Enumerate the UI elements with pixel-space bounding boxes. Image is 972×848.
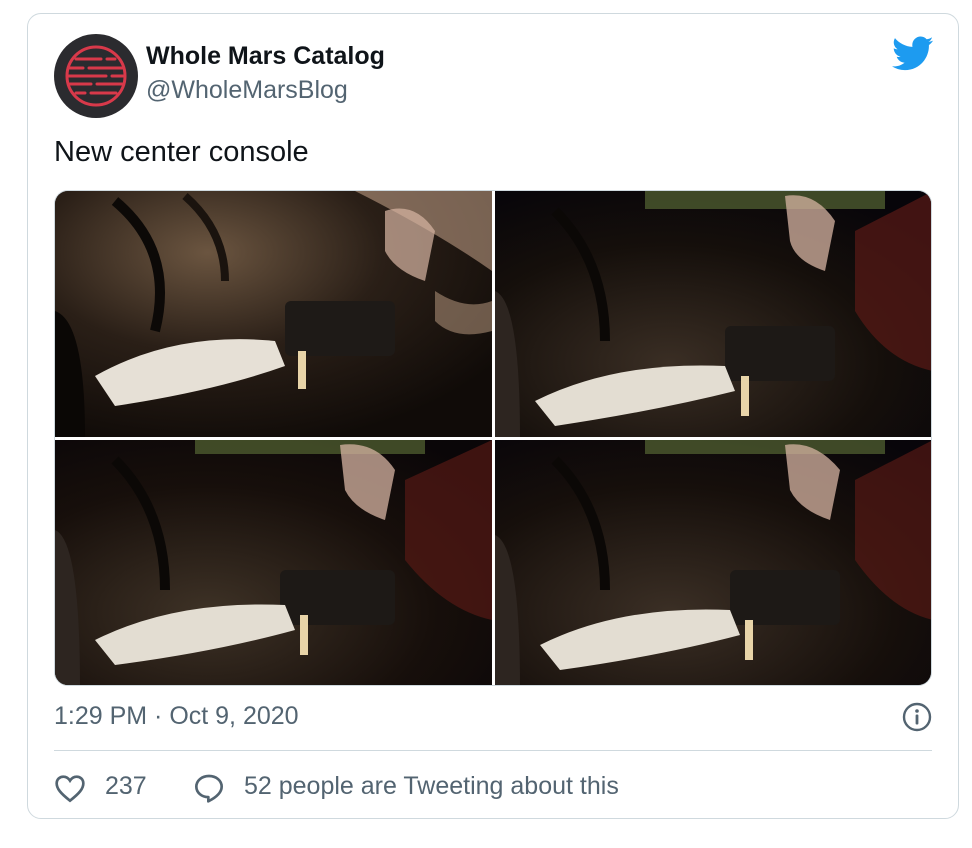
- tweeting-about-link[interactable]: 52 people are Tweeting about this: [244, 772, 619, 801]
- tweet-card[interactable]: Whole Mars Catalog @WholeMarsBlog New ce…: [27, 13, 959, 819]
- tweet-text: New center console: [54, 136, 309, 168]
- author-name[interactable]: Whole Mars Catalog: [146, 42, 385, 71]
- heart-icon[interactable]: [54, 773, 86, 808]
- avatar[interactable]: [54, 34, 138, 118]
- mars-logo-icon: [65, 45, 127, 107]
- photo-3[interactable]: [55, 440, 492, 685]
- like-count[interactable]: 237: [105, 772, 147, 801]
- speech-bubble-icon[interactable]: [193, 773, 225, 808]
- tweet-timestamp[interactable]: 1:29 PM · Oct 9, 2020: [54, 702, 299, 731]
- photo-1[interactable]: [55, 191, 492, 437]
- photo-4[interactable]: [495, 440, 931, 685]
- car-interior-photo: [55, 191, 492, 437]
- car-interior-photo: [55, 440, 492, 685]
- twitter-bird-icon[interactable]: [892, 36, 934, 77]
- info-icon[interactable]: [902, 702, 932, 737]
- car-interior-photo: [495, 191, 931, 437]
- photo-2[interactable]: [495, 191, 931, 437]
- car-interior-photo: [495, 440, 931, 685]
- media-grid: [54, 190, 932, 686]
- author-handle[interactable]: @WholeMarsBlog: [146, 76, 348, 105]
- divider: [54, 750, 932, 751]
